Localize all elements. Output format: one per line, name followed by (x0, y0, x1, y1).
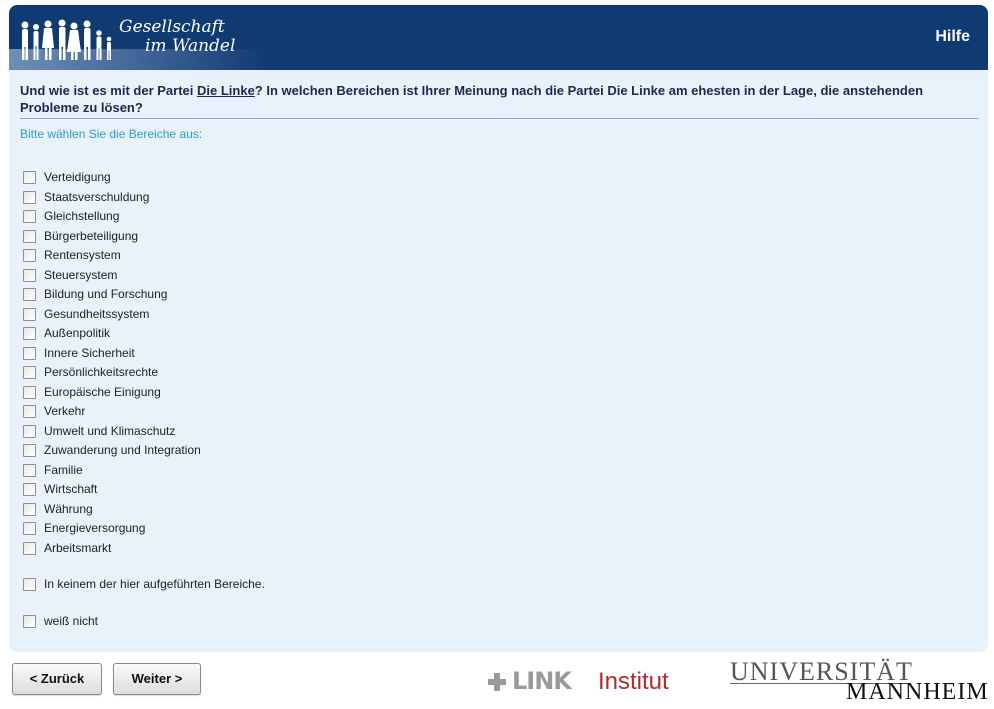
option-item[interactable]: Rentensystem (23, 247, 623, 265)
option-label: Steuersystem (44, 267, 118, 282)
help-link[interactable]: Hilfe (935, 28, 970, 46)
checkbox[interactable] (23, 327, 36, 340)
option-item[interactable]: Staatsverschuldung (23, 189, 623, 207)
option-item[interactable]: Steuersystem (23, 267, 623, 285)
option-label: Persönlichkeitsrechte (44, 365, 159, 379)
checkbox[interactable] (23, 541, 36, 555)
option-label: Europäische Einigung (44, 384, 161, 399)
option-item[interactable]: Innere Sicherheit (23, 345, 623, 363)
people-silhouettes-icon (21, 19, 112, 60)
option-dont-know-label: weiß nicht (44, 614, 99, 628)
checkbox[interactable] (23, 483, 36, 496)
party-link[interactable]: Die Linke (197, 83, 255, 98)
checkbox[interactable] (23, 615, 36, 628)
checkbox[interactable] (23, 210, 36, 223)
option-item[interactable]: Währung (23, 501, 623, 519)
checkbox[interactable] (23, 502, 36, 516)
checkbox[interactable] (23, 190, 36, 204)
instruction-text: Bitte wählen Sie die Bereiche aus: (20, 127, 203, 141)
option-item[interactable]: Verteidigung (23, 169, 623, 187)
checkbox[interactable] (23, 249, 36, 262)
option-label: Verteidigung (44, 170, 111, 184)
option-item[interactable]: Wirtschaft (23, 481, 623, 499)
option-label: Außenpolitik (44, 326, 111, 340)
option-label: Wirtschaft (44, 482, 98, 496)
option-label: Gesundheitssystem (44, 306, 150, 321)
survey-panel: Gesellschaft im Wandel Hilfe Und wie ist… (9, 5, 988, 652)
link-logo-word: LINK (512, 667, 572, 695)
option-label: Innere Sicherheit (44, 345, 135, 360)
university-logo-line2: MANNHEIM (846, 679, 989, 705)
option-label: Arbeitsmarkt (44, 540, 112, 555)
plus-icon (488, 673, 506, 691)
option-item[interactable]: Zuwanderung und Integration (23, 442, 623, 460)
option-item[interactable]: Europäische Einigung (23, 384, 623, 402)
option-label: Familie (44, 462, 83, 477)
link-logo-institut: Institut (598, 668, 669, 695)
option-item[interactable]: Persönlichkeitsrechte (23, 364, 623, 382)
divider (20, 118, 978, 119)
checkbox[interactable] (23, 522, 36, 535)
question-prefix: Und wie ist es mit der Partei (20, 83, 197, 98)
option-label: Zuwanderung und Integration (44, 443, 201, 457)
checkbox[interactable] (23, 307, 36, 321)
next-button[interactable]: Weiter > (113, 663, 201, 695)
option-item[interactable]: Verkehr (23, 403, 623, 421)
option-item[interactable]: Umwelt und Klimaschutz (23, 423, 623, 441)
question-text: Und wie ist es mit der Partei Die Linke?… (20, 82, 975, 116)
checkbox[interactable] (23, 405, 36, 418)
option-label: Bürgerbeteiligung (44, 228, 139, 243)
option-item[interactable]: Bildung und Forschung (23, 286, 623, 304)
checkbox[interactable] (23, 171, 36, 184)
checkbox[interactable] (23, 268, 36, 282)
back-button[interactable]: < Zurück (12, 663, 102, 695)
option-label: Energieversorgung (44, 521, 146, 535)
option-item[interactable]: Außenpolitik (23, 325, 623, 343)
checkbox[interactable] (23, 444, 36, 457)
logo-title-line1: Gesellschaft (119, 17, 225, 37)
option-none-label: In keinem der hier aufgeführten Bereiche… (44, 577, 265, 591)
link-institut-logo: LINK Institut (488, 667, 688, 697)
option-label: Bildung und Forschung (44, 287, 168, 301)
checkbox[interactable] (23, 346, 36, 360)
option-label: Rentensystem (44, 248, 121, 262)
checkbox[interactable] (23, 424, 36, 438)
logo-title-line2: im Wandel (145, 36, 236, 56)
option-label: Währung (44, 501, 93, 516)
option-item[interactable]: Bürgerbeteiligung (23, 228, 623, 246)
option-item[interactable]: Gleichstellung (23, 208, 623, 226)
checkbox[interactable] (23, 463, 36, 477)
option-item[interactable]: Gesundheitssystem (23, 306, 623, 324)
option-label: Verkehr (44, 404, 86, 418)
option-label: Gleichstellung (44, 209, 120, 223)
option-none[interactable]: In keinem der hier aufgeführten Bereiche… (23, 576, 623, 594)
option-label: Umwelt und Klimaschutz (44, 423, 176, 438)
option-item[interactable]: Familie (23, 462, 623, 480)
checkbox[interactable] (23, 288, 36, 301)
header-bar: Gesellschaft im Wandel Hilfe (9, 5, 988, 70)
checkbox[interactable] (23, 366, 36, 379)
option-label: Staatsverschuldung (44, 189, 150, 204)
checkbox[interactable] (23, 578, 36, 591)
option-dont-know[interactable]: weiß nicht (23, 613, 623, 631)
option-item[interactable]: Arbeitsmarkt (23, 540, 623, 558)
checkbox[interactable] (23, 385, 36, 399)
checkbox[interactable] (23, 229, 36, 243)
option-item[interactable]: Energieversorgung (23, 520, 623, 538)
